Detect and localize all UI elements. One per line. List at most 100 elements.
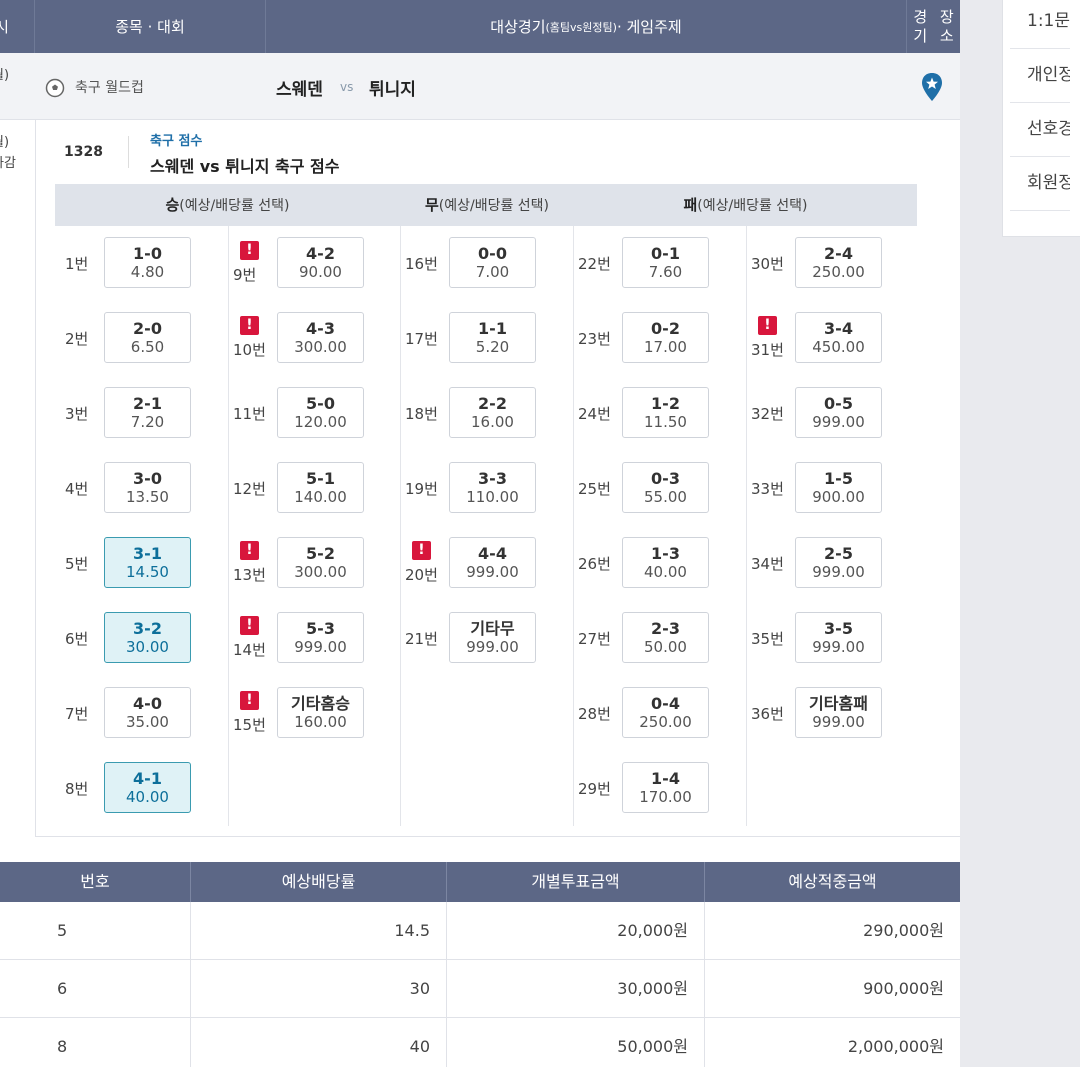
league-name[interactable]: 축구 월드컵 — [75, 77, 144, 97]
odds-option-button[interactable]: 3-4 450.00 — [795, 312, 882, 363]
draw-sub: (예상/배당률 선택) — [438, 198, 550, 214]
odds-option-button[interactable]: 2-2 16.00 — [449, 387, 536, 438]
odds-option-button[interactable]: 5-3 999.00 — [277, 612, 364, 663]
option-score: 0-3 — [651, 469, 680, 488]
sidebar-item-member[interactable]: 회원정보 — [1010, 156, 1070, 211]
star-pin-icon[interactable] — [921, 72, 943, 102]
option-odds: 999.00 — [294, 638, 347, 656]
header-match-small: (홈팀vs원정팀) — [545, 20, 617, 34]
odds-option-button[interactable]: 5-2 300.00 — [277, 537, 364, 588]
odds-option-button[interactable]: 0-0 7.00 — [449, 237, 536, 288]
summary-header-payout: 예상적중금액 — [705, 862, 960, 902]
option-score: 5-1 — [306, 469, 335, 488]
header-match: 대상경기 (홈팀vs원정팀) · 게임주제 — [266, 0, 907, 53]
warning-icon: ! — [240, 241, 259, 260]
odds-option-button[interactable]: 1-5 900.00 — [795, 462, 882, 513]
match-table-header: 시 종목 · 대회 대상경기 (홈팀vs원정팀) · 게임주제 경기 장소 — [0, 0, 960, 53]
option-odds: 999.00 — [466, 638, 519, 656]
odds-option-button[interactable]: 0-4 250.00 — [622, 687, 709, 738]
match-row[interactable] — [0, 53, 960, 120]
option-odds: 140.00 — [294, 488, 347, 506]
option-score: 0-1 — [651, 244, 680, 263]
option-number: 30번 — [751, 255, 784, 273]
draw-group-header: 무(예상/배당률 선택) — [400, 184, 574, 226]
odds-option-button[interactable]: 4-0 35.00 — [104, 687, 191, 738]
option-odds: 5.20 — [475, 338, 510, 356]
odds-option-button[interactable]: 1-4 170.00 — [622, 762, 709, 813]
odds-option-button[interactable]: 0-3 55.00 — [622, 462, 709, 513]
header-match-label: 대상경기 — [490, 18, 546, 36]
sidebar-item-label: 선호경기 — [1027, 119, 1070, 139]
odds-option-button[interactable]: 3-1 14.50 — [104, 537, 191, 588]
odds-option-button[interactable]: 3-2 30.00 — [104, 612, 191, 663]
option-odds: 40.00 — [644, 563, 687, 581]
option-number: 35번 — [751, 630, 784, 648]
odds-option-button[interactable]: 5-0 120.00 — [277, 387, 364, 438]
odds-option-button[interactable]: 0-5 999.00 — [795, 387, 882, 438]
win-group-header: 승(예상/배당률 선택) — [55, 184, 400, 226]
option-score: 0-0 — [478, 244, 507, 263]
option-odds: 300.00 — [294, 338, 347, 356]
option-score: 2-2 — [478, 394, 507, 413]
odds-option-button[interactable]: 기타무 999.00 — [449, 612, 536, 663]
option-score: 3-5 — [824, 619, 853, 638]
odds-option-button[interactable]: 2-1 7.20 — [104, 387, 191, 438]
odds-option-button[interactable]: 5-1 140.00 — [277, 462, 364, 513]
odds-option-button[interactable]: 4-2 90.00 — [277, 237, 364, 288]
option-odds: 14.50 — [126, 563, 169, 581]
odds-option-button[interactable]: 기타홈승 160.00 — [277, 687, 364, 738]
odds-option-button[interactable]: 2-5 999.00 — [795, 537, 882, 588]
option-number: 22번 — [578, 255, 611, 273]
odds-option-button[interactable]: 1-3 40.00 — [622, 537, 709, 588]
sidebar-item-favorites[interactable]: 선호경기 — [1010, 102, 1070, 157]
game-title: 스웨덴 vs 튀니지 축구 점수 — [150, 157, 340, 176]
option-odds: 4.80 — [130, 263, 165, 281]
warning-icon: ! — [240, 541, 259, 560]
soccer-ball-icon — [45, 78, 65, 98]
option-number: 25번 — [578, 480, 611, 498]
home-team: 스웨덴 — [276, 80, 323, 100]
lose-label: 패 — [683, 196, 698, 214]
option-odds: 999.00 — [812, 638, 865, 656]
header-venue-line2: 장소 — [939, 7, 954, 45]
odds-option-button[interactable]: 1-2 11.50 — [622, 387, 709, 438]
odds-option-button[interactable]: 0-1 7.60 — [622, 237, 709, 288]
row-stake: 20,000원 — [447, 902, 705, 959]
odds-option-button[interactable]: 2-3 50.00 — [622, 612, 709, 663]
odds-option-button[interactable]: 2-4 250.00 — [795, 237, 882, 288]
header-sport-league: 종목 · 대회 — [35, 0, 266, 53]
match-date-fragment: 월) — [0, 68, 10, 83]
odds-option-button[interactable]: 4-1 40.00 — [104, 762, 191, 813]
odds-option-button[interactable]: 4-3 300.00 — [277, 312, 364, 363]
option-score: 0-4 — [651, 694, 680, 713]
option-number: 19번 — [405, 480, 438, 498]
odds-option-button[interactable]: 3-0 13.50 — [104, 462, 191, 513]
header-venue: 경기 장소 — [907, 0, 960, 53]
divider — [128, 136, 129, 168]
odds-option-button[interactable]: 3-3 110.00 — [449, 462, 536, 513]
option-number: 16번 — [405, 255, 438, 273]
sidebar-item-inquiry[interactable]: 1:1문의 — [1010, 0, 1070, 49]
option-number: 7번 — [65, 705, 89, 723]
table-row: 5 14.5 20,000원 290,000원 — [0, 902, 960, 960]
option-score: 4-2 — [306, 244, 335, 263]
odds-option-button[interactable]: 3-5 999.00 — [795, 612, 882, 663]
away-team: 튀니지 — [369, 80, 416, 100]
table-row: 8 40 50,000원 2,000,000원 — [0, 1018, 960, 1067]
odds-option-button[interactable]: 2-0 6.50 — [104, 312, 191, 363]
odds-option-button[interactable]: 0-2 17.00 — [622, 312, 709, 363]
header-venue-line1: 경기 — [913, 7, 928, 45]
option-number: 21번 — [405, 630, 438, 648]
odds-option-button[interactable]: 1-1 5.20 — [449, 312, 536, 363]
option-score: 3-4 — [824, 319, 853, 338]
sidebar-item-privacy[interactable]: 개인정보 — [1010, 48, 1070, 103]
odds-option-button[interactable]: 4-4 999.00 — [449, 537, 536, 588]
odds-option-button[interactable]: 1-0 4.80 — [104, 237, 191, 288]
option-number: 15번 — [233, 716, 266, 734]
odds-option-button[interactable]: 기타홈패 999.00 — [795, 687, 882, 738]
option-number: 24번 — [578, 405, 611, 423]
game-category: 축구 점수 — [150, 134, 203, 149]
option-number: 17번 — [405, 330, 438, 348]
option-number: 29번 — [578, 780, 611, 798]
option-odds: 50.00 — [644, 638, 687, 656]
